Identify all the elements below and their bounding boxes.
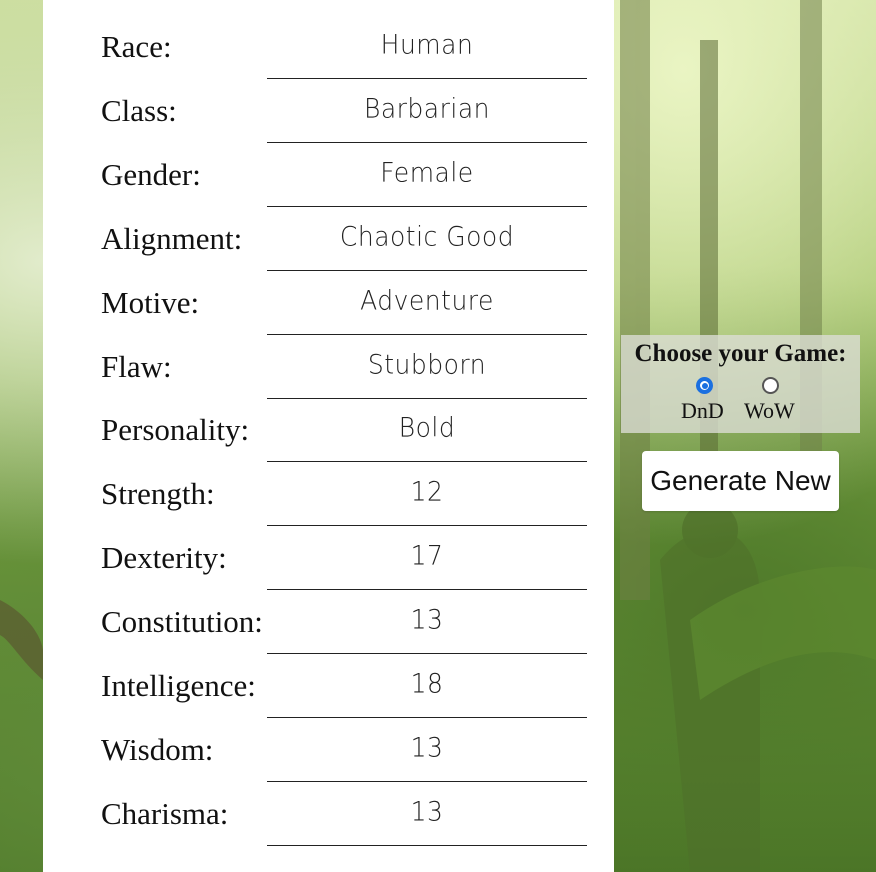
character-field-row: Constitution: 13 xyxy=(101,575,587,655)
character-field-value: 18 xyxy=(410,668,444,699)
character-field-value: 13 xyxy=(410,604,444,635)
character-field-label: Strength: xyxy=(101,476,215,512)
character-field-row: Flaw: Stubborn xyxy=(101,320,587,399)
character-field-row: Strength: 12 xyxy=(101,447,587,527)
character-field-value: 17 xyxy=(410,540,444,571)
character-field-row: Motive: Adventure xyxy=(101,256,587,335)
radio-wow-label: WoW xyxy=(744,398,795,423)
character-field-label: Race: xyxy=(101,29,172,64)
character-field-value: Stubborn xyxy=(367,348,487,380)
character-field-row: Alignment: Chaotic Good xyxy=(101,192,587,271)
character-field-value: Adventure xyxy=(360,284,494,316)
character-field-value: Female xyxy=(380,157,474,188)
character-field-label: Alignment: xyxy=(101,220,243,256)
character-field-value: Human xyxy=(380,29,474,60)
field-underline xyxy=(267,844,587,846)
character-field-label: Wisdom: xyxy=(101,731,214,767)
game-chooser-title: Choose your Game: xyxy=(634,340,847,367)
character-sheet-panel: Race: Human Class: Barbarian Gender: Female Al… xyxy=(43,0,614,872)
character-field-label: Gender: xyxy=(101,156,201,192)
character-field-value: 12 xyxy=(410,476,444,508)
character-field-row: Gender: Female xyxy=(101,128,587,207)
character-field-value: 13 xyxy=(410,732,444,763)
character-field-label: Motive: xyxy=(101,284,200,320)
character-field-row: Charisma: 13 xyxy=(101,767,587,846)
character-field-value: Chaotic Good xyxy=(339,220,515,252)
character-field-row: Class: Barbarian xyxy=(101,64,587,143)
character-field-label: Dexterity: xyxy=(101,540,227,576)
character-field-value: Barbarian xyxy=(363,93,491,124)
character-field-label: Class: xyxy=(101,92,177,128)
radio-wow[interactable] xyxy=(762,377,779,394)
character-field-row: Intelligence: 18 xyxy=(101,639,587,718)
character-field-label: Flaw: xyxy=(101,348,172,384)
character-field-label: Constitution: xyxy=(101,604,263,640)
radio-dnd-label: DnD xyxy=(681,398,724,423)
character-field-label: Personality: xyxy=(101,412,250,448)
character-field-value: 13 xyxy=(410,796,444,827)
character-field-row: Wisdom: 13 xyxy=(101,703,587,782)
generate-new-button[interactable]: Generate New xyxy=(642,451,839,511)
radio-dnd[interactable] xyxy=(696,377,713,394)
character-field-value: Bold xyxy=(398,412,456,444)
character-field-label: Intelligence: xyxy=(101,668,256,703)
character-field-row: Dexterity: 17 xyxy=(101,511,587,591)
character-field-label: Charisma: xyxy=(101,795,229,831)
game-chooser: Choose your Game: DnD WoW xyxy=(621,335,860,433)
character-field-row: Race: Human xyxy=(101,0,587,79)
character-field-row: Personality: Bold xyxy=(101,383,587,463)
